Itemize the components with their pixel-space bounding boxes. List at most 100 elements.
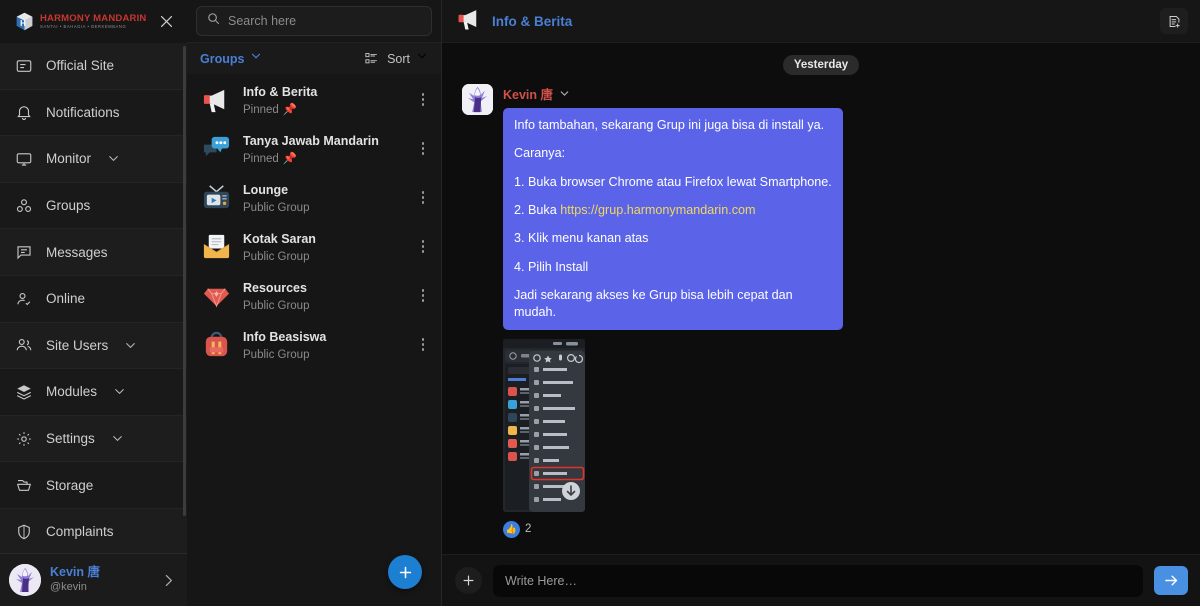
svg-text:H: H	[20, 19, 26, 28]
sidebar-item-label: Online	[46, 291, 86, 307]
gear-icon	[14, 429, 33, 448]
message-line: Jadi sekarang akses ke Grup bisa lebih c…	[514, 288, 793, 319]
chevron-down-icon	[249, 49, 263, 68]
sidebar-item-groups[interactable]: Groups	[0, 182, 187, 230]
group-name: Info Beasiswa	[243, 329, 327, 344]
sidebar-item-settings[interactable]: Settings	[0, 415, 187, 463]
brand-logo[interactable]: H HARMONY MANDARIN SANTAI • BAHAGIA • BE…	[14, 11, 146, 32]
sidebar-item-modules[interactable]: Modules	[0, 369, 187, 416]
sidebar-item-official-site[interactable]: Official Site	[0, 43, 187, 90]
close-icon[interactable]	[155, 11, 177, 33]
send-button[interactable]	[1154, 566, 1188, 595]
sidebar-item-label: Storage	[46, 477, 94, 493]
group-options-button[interactable]	[415, 87, 431, 113]
chat-area: Info & Berita Yesterday Kevin 唐 Info tam…	[442, 0, 1200, 606]
sidebar-item-storage[interactable]: Storage	[0, 462, 187, 509]
backpack-icon	[200, 328, 233, 361]
profile-name: Kevin 唐	[50, 565, 101, 580]
group-subtitle: Public Group	[243, 299, 310, 312]
search-bar: Search here	[187, 0, 441, 43]
message-line: 3. Klik menu kanan atas	[514, 231, 649, 246]
message-bubble: Info tambahan, sekarang Grup ini juga bi…	[503, 108, 843, 330]
message-line-with-link: 2. Buka https://grup.harmonymandarin.com	[514, 202, 832, 218]
message-sender[interactable]: Kevin 唐	[503, 84, 843, 103]
groups-filter-dropdown[interactable]: Groups	[200, 49, 263, 68]
harmony-cube-logo-icon: H	[14, 11, 35, 32]
sidebar-item-label: Messages	[46, 244, 108, 260]
list-item[interactable]: Kotak Saran Public Group	[187, 222, 441, 271]
reaction-count: 2	[525, 523, 532, 536]
television-icon	[200, 181, 233, 214]
list-item[interactable]: Tanya Jawab Mandarin Pinned 📌	[187, 124, 441, 173]
sidebar-item-messages[interactable]: Messages	[0, 229, 187, 276]
chevron-down-icon	[110, 431, 125, 446]
speech-bubbles-icon	[200, 132, 233, 165]
group-options-button[interactable]	[415, 283, 431, 309]
group-options-button[interactable]	[415, 185, 431, 211]
sidebar-item-label: Groups	[46, 198, 91, 214]
group-options-button[interactable]	[415, 332, 431, 358]
install-link[interactable]: https://grup.harmonymandarin.com	[560, 203, 755, 217]
message-reaction[interactable]: 👍 2	[503, 520, 843, 538]
message-input-placeholder: Write Here…	[505, 573, 578, 588]
thumbs-up-icon: 👍	[503, 520, 520, 538]
link-prefix: 2. Buka	[514, 203, 561, 218]
group-subtitle: Public Group	[243, 348, 310, 361]
message-line: Info tambahan, sekarang Grup ini juga bi…	[514, 118, 825, 132]
chat-header: Info & Berita	[442, 0, 1200, 43]
chat-title-group[interactable]: Info & Berita	[456, 5, 572, 37]
note-add-icon[interactable]	[1160, 8, 1188, 34]
sort-dropdown[interactable]: Sort	[364, 49, 429, 68]
search-icon	[206, 11, 221, 31]
megaphone-icon	[200, 83, 233, 116]
message: Kevin 唐 Info tambahan, sekarang Grup ini…	[454, 75, 1188, 538]
add-group-button[interactable]	[388, 555, 422, 589]
group-name: Lounge	[243, 182, 289, 197]
group-subtitle: Pinned 📌	[243, 103, 405, 119]
message-line: Caranya:	[514, 146, 566, 161]
list-item[interactable]: Info & Berita Pinned 📌	[187, 75, 441, 124]
message-input[interactable]: Write Here…	[493, 564, 1143, 597]
message-line: 4. Pilih Install	[514, 259, 589, 274]
groups-filter-label: Groups	[200, 51, 245, 66]
sidebar-item-site-users[interactable]: Site Users	[0, 322, 187, 370]
list-item[interactable]: Info Beasiswa Public Group	[187, 320, 441, 369]
article-icon	[14, 56, 33, 75]
list-item[interactable]: Resources Public Group	[187, 271, 441, 320]
layers-icon	[14, 382, 33, 401]
sidebar-item-label: Modules	[46, 384, 98, 400]
group-options-button[interactable]	[415, 136, 431, 162]
avatar[interactable]	[462, 84, 493, 115]
list-item[interactable]: Lounge Public Group	[187, 173, 441, 222]
sidebar-item-label: Notifications	[46, 104, 120, 120]
date-divider-row: Yesterday	[454, 43, 1188, 75]
monitor-icon	[14, 149, 33, 168]
message-attachment-image[interactable]	[503, 338, 585, 512]
brand-title: HARMONY MANDARIN	[40, 12, 147, 24]
add-attachment-button[interactable]	[455, 567, 482, 594]
message-list: Yesterday Kevin 唐 Info tambahan, sekaran…	[442, 43, 1200, 554]
sidebar-item-complaints[interactable]: Complaints	[0, 508, 187, 556]
sidebar-item-online[interactable]: Online	[0, 275, 187, 323]
pin-icon: 📌	[282, 103, 298, 116]
megaphone-icon	[456, 5, 483, 37]
bell-icon	[14, 103, 33, 122]
users-icon	[14, 336, 33, 355]
user-profile[interactable]: Kevin 唐 @kevin	[0, 553, 187, 606]
search-input[interactable]: Search here	[196, 6, 432, 36]
user-check-icon	[14, 289, 33, 308]
group-subtitle: Pinned 📌	[243, 152, 405, 168]
panel-toolbar: Groups Sort	[187, 43, 441, 74]
sidebar-item-monitor[interactable]: Monitor	[0, 136, 187, 183]
group-name: Kotak Saran	[243, 231, 316, 246]
sidebar-item-label: Official Site	[46, 58, 115, 74]
chevron-right-icon[interactable]	[160, 572, 177, 589]
envelope-icon	[200, 230, 233, 263]
group-options-button[interactable]	[415, 234, 431, 260]
avatar	[9, 564, 41, 596]
sidebar-item-notifications[interactable]: Notifications	[0, 89, 187, 137]
chevron-down-icon	[558, 87, 571, 100]
sidebar-scrollbar[interactable]	[183, 46, 186, 516]
chevron-down-icon	[415, 49, 429, 68]
sidebar-item-label: Site Users	[46, 337, 109, 353]
